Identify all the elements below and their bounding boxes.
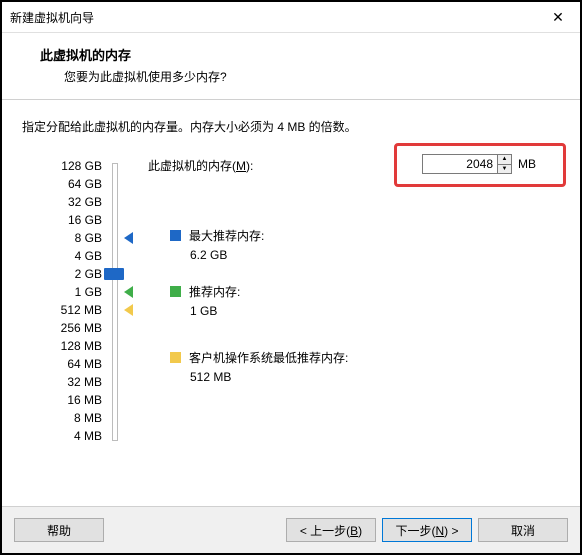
slider-tick: 64 MB bbox=[67, 355, 102, 373]
slider-tick: 512 MB bbox=[61, 301, 102, 319]
legend-rec-value: 1 GB bbox=[190, 304, 240, 318]
titlebar: 新建虚拟机向导 ✕ bbox=[2, 2, 580, 33]
memory-label: 此虚拟机的内存(M): bbox=[148, 157, 253, 174]
memory-spinbox: ▲ ▼ MB bbox=[422, 154, 536, 174]
legend-min-label: 客户机操作系统最低推荐内存: bbox=[189, 351, 348, 365]
slider-tick-labels: 128 GB64 GB32 GB16 GB8 GB4 GB2 GB1 GB512… bbox=[22, 157, 102, 445]
button-bar: 帮助 < 上一步(B) 下一步(N) > 取消 bbox=[2, 506, 580, 553]
square-green-icon bbox=[170, 286, 181, 297]
memory-input[interactable] bbox=[422, 154, 498, 174]
slider-tick: 4 MB bbox=[74, 427, 102, 445]
window-title: 新建虚拟机向导 bbox=[10, 9, 94, 26]
slider-tick: 64 GB bbox=[68, 175, 102, 193]
slider-thumb[interactable] bbox=[104, 268, 124, 280]
slider-tick: 32 MB bbox=[67, 373, 102, 391]
next-button[interactable]: 下一步(N) > bbox=[382, 518, 472, 542]
legend-rec: 推荐内存: 1 GB bbox=[170, 283, 240, 318]
slider-tick: 32 GB bbox=[68, 193, 102, 211]
close-button[interactable]: ✕ bbox=[536, 2, 580, 32]
square-blue-icon bbox=[170, 230, 181, 241]
slider-tick: 2 GB bbox=[75, 265, 102, 283]
slider-tick: 256 MB bbox=[61, 319, 102, 337]
slider-tick: 16 MB bbox=[67, 391, 102, 409]
wizard-window: 新建虚拟机向导 ✕ 此虚拟机的内存 您要为此虚拟机使用多少内存? 指定分配给此虚… bbox=[0, 0, 582, 555]
memory-unit: MB bbox=[518, 157, 536, 171]
wizard-header: 此虚拟机的内存 您要为此虚拟机使用多少内存? bbox=[2, 33, 580, 100]
legend-max: 最大推荐内存: 6.2 GB bbox=[170, 227, 264, 262]
slider-tick: 8 GB bbox=[75, 229, 102, 247]
slider-tick: 1 GB bbox=[75, 283, 102, 301]
legend-rec-label: 推荐内存: bbox=[189, 285, 240, 299]
back-button[interactable]: < 上一步(B) bbox=[286, 518, 376, 542]
slider-tick: 128 MB bbox=[61, 337, 102, 355]
legend-min: 客户机操作系统最低推荐内存: 512 MB bbox=[170, 349, 348, 384]
legend-max-label: 最大推荐内存: bbox=[189, 229, 264, 243]
square-yellow-icon bbox=[170, 352, 181, 363]
slider-tick: 8 MB bbox=[74, 409, 102, 427]
legend-max-value: 6.2 GB bbox=[190, 248, 264, 262]
marker-max-icon bbox=[124, 232, 133, 244]
instruction-text: 指定分配给此虚拟机的内存量。内存大小必须为 4 MB 的倍数。 bbox=[22, 118, 560, 135]
slider-tick: 128 GB bbox=[61, 157, 102, 175]
page-title: 此虚拟机的内存 bbox=[40, 45, 560, 64]
marker-min-icon bbox=[124, 304, 133, 316]
slider-tick: 4 GB bbox=[75, 247, 102, 265]
legend-min-value: 512 MB bbox=[190, 370, 348, 384]
marker-rec-icon bbox=[124, 286, 133, 298]
memory-slider[interactable] bbox=[102, 157, 148, 445]
memory-row: 128 GB64 GB32 GB16 GB8 GB4 GB2 GB1 GB512… bbox=[22, 157, 560, 445]
cancel-button[interactable]: 取消 bbox=[478, 518, 568, 542]
spinner-down-icon[interactable]: ▼ bbox=[498, 165, 511, 174]
close-icon: ✕ bbox=[552, 9, 564, 26]
page-subtitle: 您要为此虚拟机使用多少内存? bbox=[64, 68, 560, 85]
info-column: 此虚拟机的内存(M): ▲ ▼ MB 最大推荐内存: 6.2 GB bbox=[148, 157, 560, 184]
spinner-up-icon[interactable]: ▲ bbox=[498, 155, 511, 165]
memory-spinner[interactable]: ▲ ▼ bbox=[498, 154, 512, 174]
slider-track bbox=[112, 163, 118, 441]
slider-tick: 16 GB bbox=[68, 211, 102, 229]
help-button[interactable]: 帮助 bbox=[14, 518, 104, 542]
content-area: 指定分配给此虚拟机的内存量。内存大小必须为 4 MB 的倍数。 128 GB64… bbox=[2, 100, 580, 506]
